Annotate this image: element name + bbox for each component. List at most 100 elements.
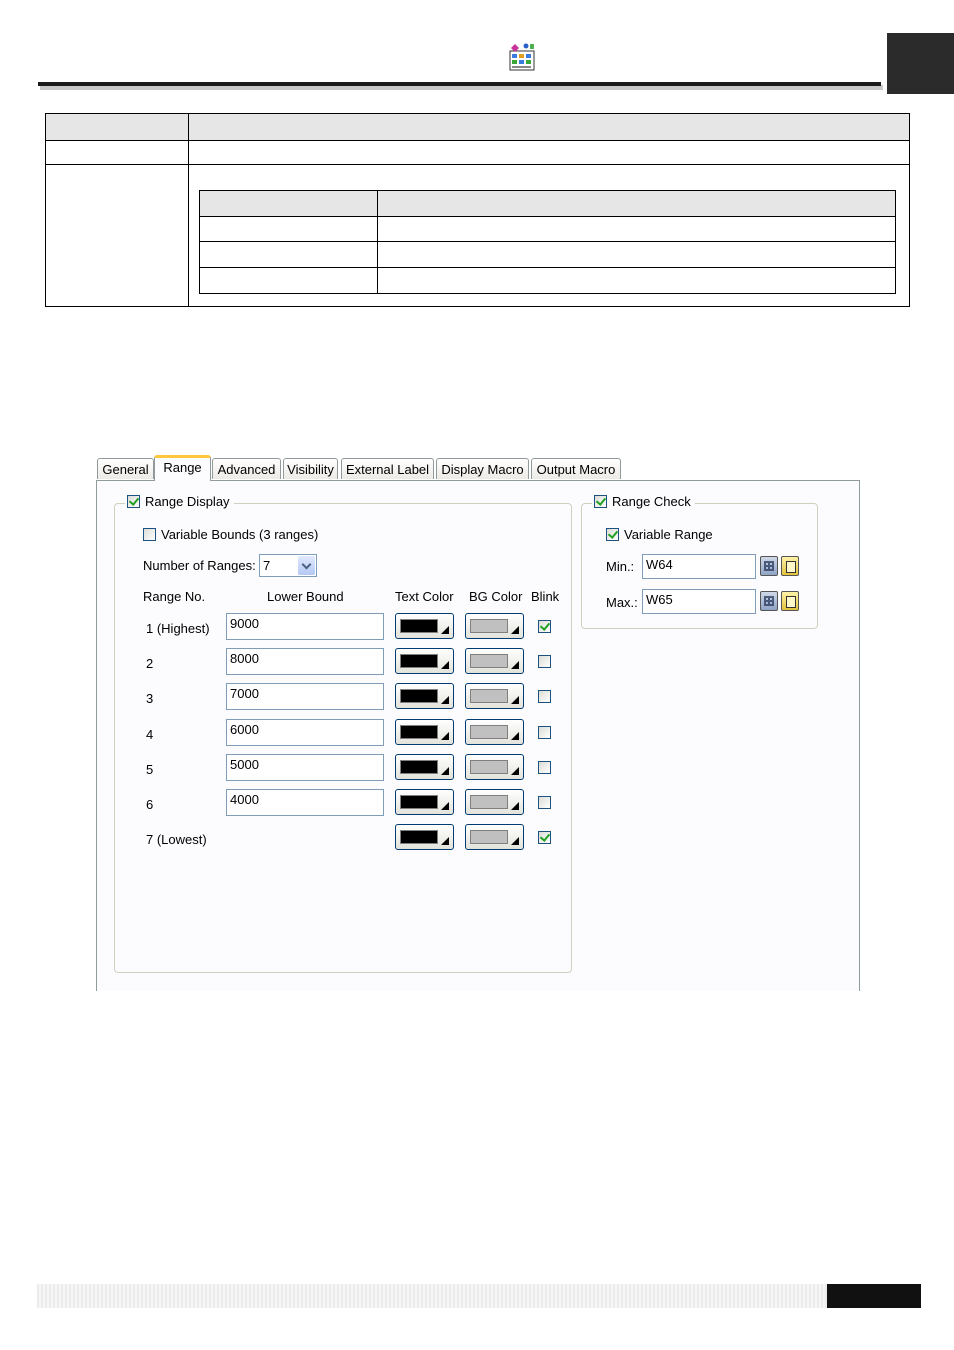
number-of-ranges-select[interactable]: 7	[259, 554, 317, 577]
variable-range-label: Variable Range	[624, 527, 713, 542]
nested-table-column-divider	[377, 191, 378, 293]
bg-color-button[interactable]	[465, 754, 524, 780]
color-swatch	[470, 654, 508, 668]
color-swatch	[400, 795, 438, 809]
dropdown-arrow-icon	[441, 661, 449, 669]
blink-checkbox[interactable]	[538, 796, 551, 809]
tab-external-label[interactable]: External Label	[341, 458, 434, 479]
calculator-icon[interactable]	[760, 556, 778, 576]
range-no-label: 5	[146, 762, 154, 777]
text-color-button[interactable]	[395, 754, 454, 780]
text-color-button[interactable]	[395, 683, 454, 709]
range-no-label: 6	[146, 797, 154, 812]
lower-bound-field[interactable]: 8000	[226, 648, 384, 675]
bg-color-button[interactable]	[465, 683, 524, 709]
min-address-field[interactable]: W64	[642, 554, 756, 579]
range-tab-panel: Range Display Variable Bounds (3 ranges)…	[96, 480, 860, 991]
bg-color-button[interactable]	[465, 648, 524, 674]
tag-icon[interactable]	[781, 556, 799, 576]
chapter-tab	[887, 33, 954, 94]
page-number-tab	[827, 1284, 921, 1308]
color-swatch	[470, 689, 508, 703]
lower-bound-field[interactable]: 4000	[226, 789, 384, 816]
variable-range-checkbox[interactable]	[606, 528, 619, 541]
color-swatch	[400, 689, 438, 703]
variable-bounds-label: Variable Bounds (3 ranges)	[161, 527, 319, 542]
bg-color-button[interactable]	[465, 613, 524, 639]
chevron-down-icon[interactable]	[298, 556, 315, 575]
color-swatch	[400, 654, 438, 668]
range-no-label: 3	[146, 691, 154, 706]
tab-strip: General Range Advanced Visibility Extern…	[96, 455, 860, 481]
color-swatch	[400, 725, 438, 739]
blink-checkbox[interactable]	[538, 761, 551, 774]
dropdown-arrow-icon	[441, 837, 449, 845]
range-display-legend: Range Display	[125, 494, 234, 509]
color-swatch	[470, 725, 508, 739]
range-no-label: 7 (Lowest)	[146, 832, 207, 847]
blink-checkbox[interactable]	[538, 726, 551, 739]
number-of-ranges-label: Number of Ranges:	[143, 558, 256, 573]
range-check-checkbox[interactable]	[594, 495, 607, 508]
text-color-button[interactable]	[395, 613, 454, 639]
range-properties-dialog: General Range Advanced Visibility Extern…	[96, 455, 860, 991]
range-no-header: Range No.	[143, 589, 206, 604]
color-swatch	[470, 619, 508, 633]
dropdown-arrow-icon	[511, 696, 519, 704]
tab-advanced[interactable]: Advanced	[212, 458, 281, 479]
max-label: Max.:	[606, 595, 638, 610]
variable-bounds-checkbox[interactable]	[143, 528, 156, 541]
tab-display-macro[interactable]: Display Macro	[436, 458, 529, 479]
tab-range[interactable]: Range	[154, 455, 211, 481]
lower-bound-field[interactable]: 6000	[226, 719, 384, 746]
blink-header: Blink	[531, 589, 560, 604]
dropdown-arrow-icon	[441, 802, 449, 810]
blink-checkbox[interactable]	[538, 690, 551, 703]
lower-bound-field[interactable]: 5000	[226, 754, 384, 781]
dropdown-arrow-icon	[511, 802, 519, 810]
dropdown-arrow-icon	[511, 837, 519, 845]
nested-table-row	[200, 216, 895, 242]
table-row	[46, 140, 909, 165]
tab-visibility[interactable]: Visibility	[283, 458, 338, 479]
dropdown-arrow-icon	[441, 626, 449, 634]
range-no-label: 1 (Highest)	[146, 621, 210, 636]
table-header-row	[46, 114, 909, 141]
dropdown-arrow-icon	[441, 732, 449, 740]
range-check-label: Range Check	[612, 494, 691, 509]
bg-color-button[interactable]	[465, 824, 524, 850]
tab-general[interactable]: General	[97, 458, 154, 479]
text-color-button[interactable]	[395, 719, 454, 745]
nested-table-header-row	[200, 191, 895, 217]
blink-checkbox[interactable]	[538, 620, 551, 633]
range-no-label: 4	[146, 727, 154, 742]
number-of-ranges-value: 7	[263, 558, 271, 573]
blink-checkbox[interactable]	[538, 831, 551, 844]
tag-icon[interactable]	[781, 591, 799, 611]
text-color-button[interactable]	[395, 824, 454, 850]
text-color-button[interactable]	[395, 648, 454, 674]
min-label: Min.:	[606, 559, 635, 574]
bg-color-button[interactable]	[465, 789, 524, 815]
dropdown-arrow-icon	[441, 767, 449, 775]
range-display-checkbox[interactable]	[127, 495, 140, 508]
lower-bound-header: Lower Bound	[267, 589, 344, 604]
text-color-header: Text Color	[395, 589, 454, 604]
lower-bound-field[interactable]: 7000	[226, 683, 384, 710]
lower-bound-field[interactable]: 9000	[226, 613, 384, 640]
variable-range-option[interactable]: Variable Range	[606, 527, 713, 542]
bg-color-button[interactable]	[465, 719, 524, 745]
nested-table-row	[200, 242, 895, 268]
blink-checkbox[interactable]	[538, 655, 551, 668]
variable-bounds-option[interactable]: Variable Bounds (3 ranges)	[143, 527, 318, 542]
nested-table	[199, 190, 896, 294]
range-check-legend: Range Check	[592, 494, 695, 509]
tab-output-macro[interactable]: Output Macro	[531, 458, 621, 479]
range-display-label: Range Display	[145, 494, 230, 509]
text-color-button[interactable]	[395, 789, 454, 815]
dropdown-arrow-icon	[511, 767, 519, 775]
calculator-icon[interactable]	[760, 591, 778, 611]
max-address-field[interactable]: W65	[642, 589, 756, 614]
dropdown-arrow-icon	[511, 732, 519, 740]
dropdown-arrow-icon	[511, 661, 519, 669]
